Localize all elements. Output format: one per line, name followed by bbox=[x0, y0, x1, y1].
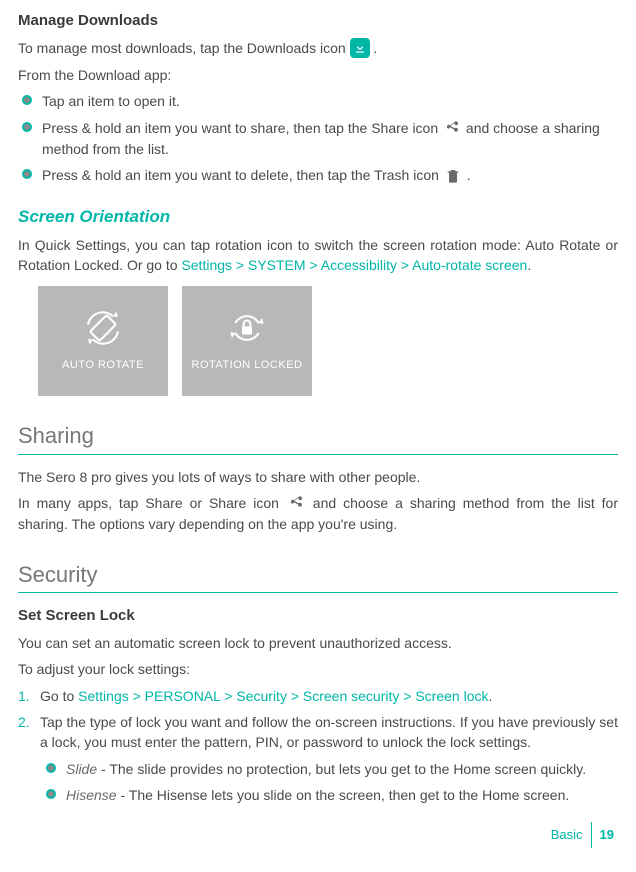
step-body: Go to Settings > PERSONAL > Security > S… bbox=[40, 686, 618, 706]
text: . bbox=[467, 167, 471, 183]
share-icon bbox=[442, 118, 462, 138]
step-body: Tap the type of lock you want and follow… bbox=[40, 712, 618, 811]
list-item: Tap an item to open it. bbox=[22, 91, 618, 111]
auto-rotate-icon bbox=[83, 308, 123, 348]
screen-orientation-heading: Screen Orientation bbox=[18, 205, 618, 230]
tile-label: AUTO ROTATE bbox=[62, 358, 144, 374]
list-item: Slide - The slide provides no protection… bbox=[46, 759, 618, 779]
bullet-icon bbox=[22, 169, 32, 179]
step-number: 1. bbox=[18, 686, 40, 706]
manage-downloads-heading: Manage Downloads bbox=[18, 10, 618, 32]
security-p2: To adjust your lock settings: bbox=[18, 659, 618, 679]
security-p1: You can set an automatic screen lock to … bbox=[18, 633, 618, 653]
manage-intro: To manage most downloads, tap the Downlo… bbox=[18, 38, 618, 59]
list-item: Press & hold an item you want to delete,… bbox=[22, 165, 618, 186]
page-footer: Basic 19 bbox=[551, 822, 614, 848]
text: In many apps, tap Share or Share icon bbox=[18, 495, 286, 511]
sharing-heading: Sharing bbox=[18, 420, 618, 454]
text: Press & hold an item you want to delete,… bbox=[42, 165, 618, 186]
text: Press & hold an item you want to share, … bbox=[42, 118, 618, 160]
bullet-icon bbox=[46, 789, 56, 799]
text: - The Hisense lets you slide on the scre… bbox=[117, 787, 570, 803]
divider bbox=[18, 592, 618, 593]
sharing-p2: In many apps, tap Share or Share icon an… bbox=[18, 493, 618, 535]
step-number: 2. bbox=[18, 712, 40, 811]
divider bbox=[18, 454, 618, 455]
text: Hisense - The Hisense lets you slide on … bbox=[66, 785, 618, 805]
list-item: Hisense - The Hisense lets you slide on … bbox=[46, 785, 618, 805]
text: Press & hold an item you want to share, … bbox=[42, 120, 442, 136]
bullet-icon bbox=[46, 763, 56, 773]
text: Slide - The slide provides no protection… bbox=[66, 759, 618, 779]
footer-section-label: Basic bbox=[551, 826, 591, 845]
list-item: Press & hold an item you want to share, … bbox=[22, 118, 618, 160]
lock-type-list: Slide - The slide provides no protection… bbox=[46, 759, 618, 806]
text: - The slide provides no protection, but … bbox=[97, 761, 586, 777]
text: To manage most downloads, tap the Downlo… bbox=[18, 40, 350, 56]
text: . bbox=[488, 688, 492, 704]
text: Press & hold an item you want to delete,… bbox=[42, 167, 443, 183]
text: Go to bbox=[40, 688, 78, 704]
text: . bbox=[373, 40, 377, 56]
slide-label: Slide bbox=[66, 761, 97, 777]
manage-bullets: Tap an item to open it. Press & hold an … bbox=[22, 91, 618, 186]
sharing-p1: The Sero 8 pro gives you lots of ways to… bbox=[18, 467, 618, 487]
bullet-icon bbox=[22, 122, 32, 132]
text: Tap the type of lock you want and follow… bbox=[40, 714, 618, 750]
bullet-icon bbox=[22, 95, 32, 105]
security-steps: 1. Go to Settings > PERSONAL > Security … bbox=[18, 686, 618, 811]
hisense-label: Hisense bbox=[66, 787, 117, 803]
from-app-label: From the Download app: bbox=[18, 65, 618, 85]
set-screen-lock-heading: Set Screen Lock bbox=[18, 605, 618, 627]
rotation-tiles: AUTO ROTATE ROTATION LOCKED bbox=[38, 286, 618, 396]
downloads-icon bbox=[350, 38, 370, 58]
settings-path-link: Settings > SYSTEM > Accessibility > Auto… bbox=[181, 257, 527, 273]
security-heading: Security bbox=[18, 559, 618, 593]
step-2: 2. Tap the type of lock you want and fol… bbox=[18, 712, 618, 811]
trash-icon bbox=[443, 166, 463, 186]
tile-label: ROTATION LOCKED bbox=[192, 358, 303, 374]
orientation-body: In Quick Settings, you can tap rotation … bbox=[18, 235, 618, 276]
step-1: 1. Go to Settings > PERSONAL > Security … bbox=[18, 686, 618, 706]
rotation-locked-icon bbox=[227, 308, 267, 348]
text: Tap an item to open it. bbox=[42, 91, 618, 111]
share-icon bbox=[286, 493, 306, 513]
rotation-locked-tile: ROTATION LOCKED bbox=[182, 286, 312, 396]
text: . bbox=[527, 257, 531, 273]
auto-rotate-tile: AUTO ROTATE bbox=[38, 286, 168, 396]
page-number: 19 bbox=[592, 826, 614, 845]
settings-path-link: Settings > PERSONAL > Security > Screen … bbox=[78, 688, 488, 704]
